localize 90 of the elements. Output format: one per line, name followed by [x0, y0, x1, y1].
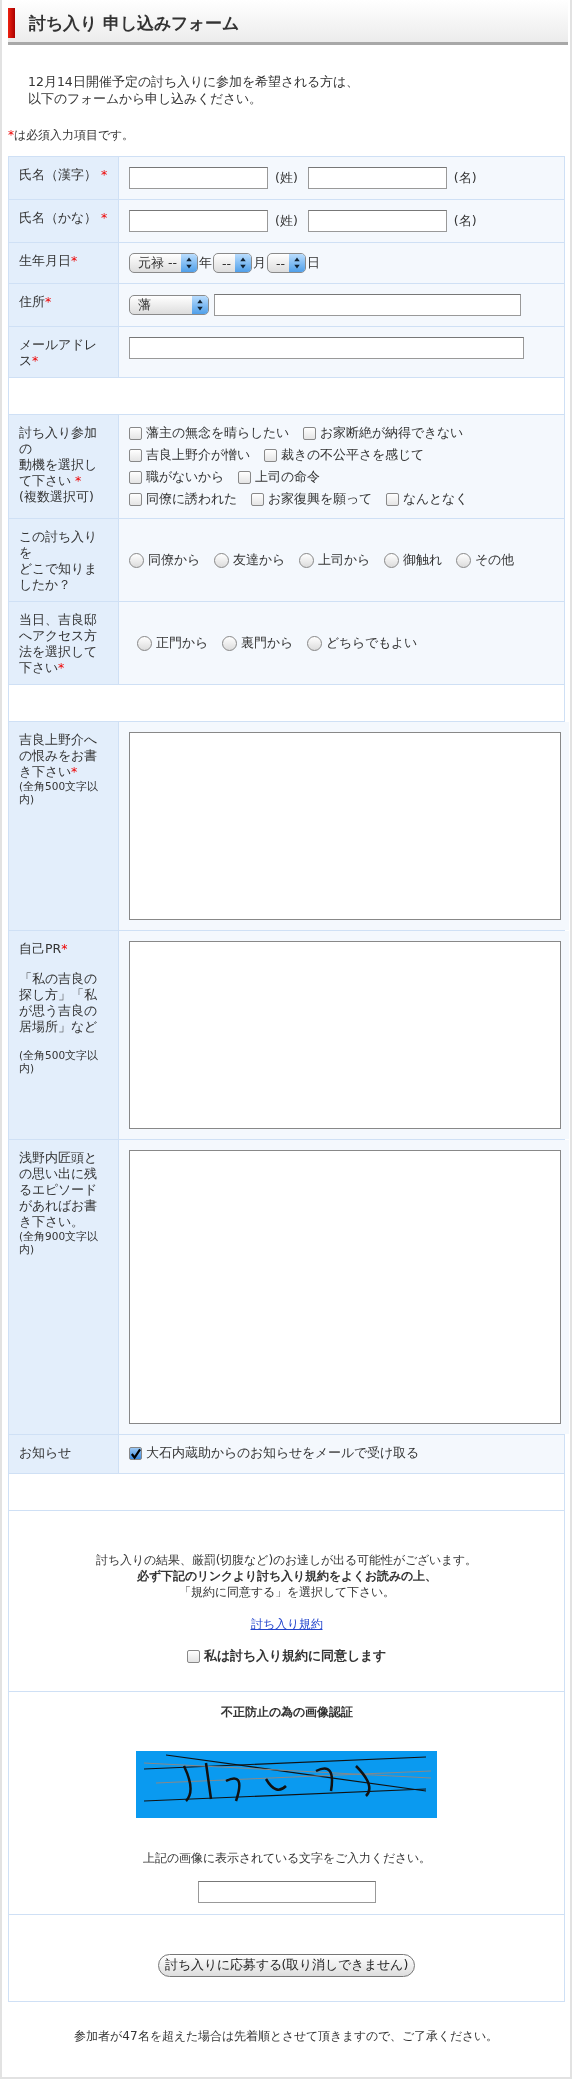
option-label: 同僚に誘われた	[146, 491, 237, 508]
option-label: その他	[475, 551, 514, 569]
stepper-arrows-icon	[192, 296, 208, 314]
terms-link[interactable]: 討ち入り規約	[250, 1615, 323, 1633]
title-marker	[8, 8, 15, 38]
field-label: メールアドレス*	[19, 337, 98, 369]
option-label: 正門から	[156, 634, 208, 652]
option-label: お家断絶が納得できない	[320, 425, 463, 442]
field-label: この討ち入りを	[19, 529, 98, 561]
field-label: 氏名（かな） *	[19, 210, 108, 226]
input-field[interactable]	[307, 210, 447, 232]
radio-button[interactable]	[299, 552, 314, 568]
captcha-field[interactable]	[197, 1880, 376, 1903]
field-suffix: (姓)	[275, 169, 298, 187]
option-label: 裁きの不公平さを感じて	[281, 447, 424, 464]
submit-button[interactable]: 討ち入りに応募する(取り消しできません)	[157, 1953, 416, 1977]
field-suffix: (姓)	[275, 212, 298, 230]
option-label: お家復興を願って	[268, 491, 372, 508]
checkbox[interactable]	[251, 493, 264, 506]
checkbox[interactable]	[129, 449, 142, 462]
radio-button[interactable]	[214, 552, 229, 568]
checkbox[interactable]	[303, 427, 316, 440]
address-field[interactable]	[214, 294, 521, 316]
checkbox[interactable]	[129, 1447, 142, 1460]
field-label: 住所*	[19, 294, 53, 310]
field-hint: 「私の吉良の探し方」「私が思う吉良の居場所」など	[19, 971, 98, 1035]
date-unit: 年	[199, 254, 212, 272]
field-label: お知らせ	[19, 1445, 72, 1461]
option-label: 藩主の無念を晴らしたい	[146, 425, 289, 442]
footer-note: 参加者が47名を超えた場合は先着順とさせて頂きますので、ご了承ください。	[73, 2027, 499, 2045]
radio-button[interactable]	[307, 635, 322, 651]
field-hint: (複数選択可)	[19, 489, 95, 505]
field-label: 浅野内匠頭との思い出に残るエピソードがあればお書き下さい。	[19, 1150, 98, 1230]
checkbox[interactable]	[129, 427, 142, 440]
radio-button[interactable]	[129, 552, 144, 568]
input-field[interactable]	[129, 210, 268, 232]
stepper-arrows-icon	[235, 254, 252, 272]
date-unit: 月	[253, 254, 267, 272]
date-unit: 日	[307, 254, 321, 272]
option-label: 上司から	[318, 551, 370, 569]
field-label: 動機を選択して下さい *	[19, 457, 98, 489]
terms-notice: 討ち入りの結果、厳罰(切腹など)のお達しが出る可能性がございます。 必ず下記のリンクより討ち入り規約をよくお読みの上、 「規約に同意する」を選択して下さい。	[95, 1551, 478, 1600]
option-label: 友達から	[233, 551, 285, 569]
captcha-title: 不正防止の為の画像認証	[220, 1703, 353, 1721]
field-label: 討ち入り参加の	[19, 425, 98, 457]
length-limit: (全角500文字以内)	[19, 780, 100, 806]
intro-text: 12月14日開催予定の討ち入りに参加を希望される方は、 以下のフォームから申し込みください。	[28, 73, 360, 107]
field-label: どこで知りましたか？	[19, 561, 98, 593]
radio-button[interactable]	[137, 635, 152, 651]
checkbox[interactable]	[129, 471, 142, 484]
select-dropdown[interactable]: 藩	[129, 295, 209, 315]
option-label: 吉良上野介が憎い	[146, 447, 250, 464]
select-dropdown[interactable]: 元禄 --	[129, 253, 198, 273]
captcha-instruction: 上記の画像に表示されている文字をご入力ください。	[142, 1849, 431, 1867]
option-label: なんとなく	[403, 491, 468, 508]
option-label: 御触れ	[403, 551, 442, 569]
select-dropdown[interactable]: --	[267, 253, 307, 273]
required-note: は必須入力項目です。	[14, 128, 134, 142]
radio-button[interactable]	[384, 552, 399, 568]
select-dropdown[interactable]: --	[213, 253, 253, 273]
email-field[interactable]	[129, 337, 524, 359]
length-limit: (全角900文字以内)	[19, 1230, 100, 1256]
input-field[interactable]	[129, 167, 268, 189]
field-label: 吉良上野介への恨みをお書き下さい*	[19, 732, 98, 780]
length-limit: (全角500文字以内)	[19, 1049, 100, 1075]
stepper-arrows-icon	[289, 254, 306, 272]
checkbox[interactable]	[187, 1649, 200, 1663]
option-label: 職がないから	[146, 469, 224, 486]
page-title: 討ち入り 申し込みフォーム	[29, 11, 239, 35]
checkbox[interactable]	[238, 471, 251, 484]
radio-button[interactable]	[222, 635, 237, 651]
option-label: どちらでもよい	[326, 634, 417, 652]
field-suffix: (名)	[453, 169, 477, 187]
input-field[interactable]	[307, 167, 447, 189]
field-label: 当日、吉良邸へアクセス方法を選択して下さい*	[19, 612, 98, 676]
option-label: 上司の命令	[255, 469, 320, 486]
field-label: 生年月日*	[19, 253, 79, 269]
checkbox[interactable]	[129, 493, 142, 506]
option-label: 同僚から	[148, 551, 200, 569]
required-mark: *	[8, 128, 14, 142]
option-label: 裏門から	[241, 634, 293, 652]
option-label: 大石内蔵助からのお知らせをメールで受け取る	[146, 1445, 419, 1462]
field-suffix: (名)	[453, 212, 477, 230]
checkbox[interactable]	[386, 493, 399, 506]
field-label: 自己PR*	[19, 941, 69, 957]
checkbox[interactable]	[264, 449, 277, 462]
radio-button[interactable]	[456, 552, 471, 568]
consent-label: 私は討ち入り規約に同意します	[204, 1647, 386, 1665]
stepper-arrows-icon	[181, 254, 197, 272]
field-label: 氏名（漢字） *	[19, 167, 108, 183]
